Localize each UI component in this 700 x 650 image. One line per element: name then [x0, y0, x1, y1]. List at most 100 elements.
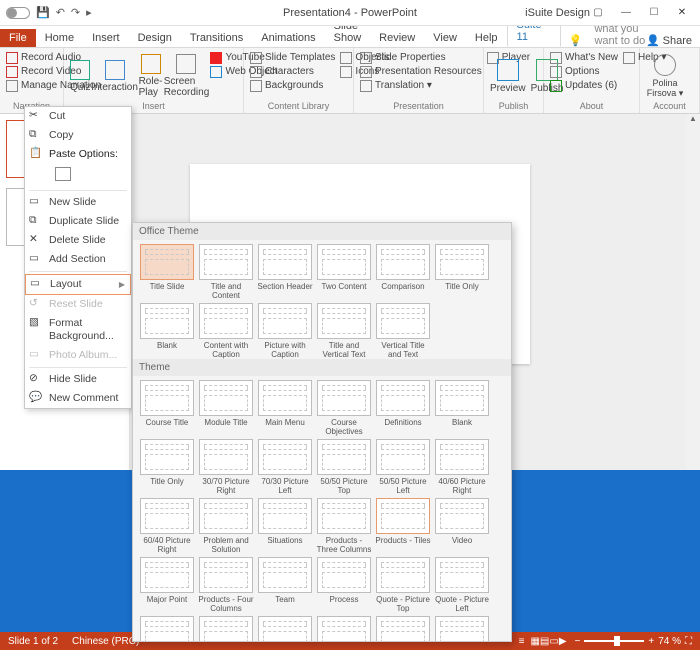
start-icon[interactable]: ▸ [86, 6, 92, 19]
layout-option[interactable]: Situations [257, 498, 313, 554]
menu-delete-slide[interactable]: ✕Delete Slide [25, 231, 131, 250]
layout-option[interactable]: Process [316, 557, 372, 613]
fit-to-window-icon[interactable]: ⛶ [685, 636, 692, 647]
close-button[interactable]: ✕ [668, 3, 696, 23]
layout-option[interactable]: 50/50 Picture Left [375, 439, 431, 495]
layout-option[interactable]: Main Menu [257, 380, 313, 436]
slide-templates-button[interactable]: Slide Templates [250, 51, 335, 64]
save-icon[interactable]: 💾 [36, 6, 50, 19]
zoom-level[interactable]: 74 % [658, 636, 681, 647]
layout-option[interactable]: Definitions [375, 380, 431, 436]
roleplay-button[interactable]: Role-Play [139, 51, 163, 101]
characters-button[interactable]: Characters [250, 65, 335, 78]
whats-new-button[interactable]: What's New [550, 51, 618, 64]
layout-option[interactable]: Summary [375, 616, 431, 642]
view-slideshow-icon[interactable]: ▶ [559, 636, 567, 647]
menu-new-comment[interactable]: 💬New Comment [25, 389, 131, 408]
zoom-control[interactable]: − + 74 % ⛶ [575, 636, 692, 647]
quiz-button[interactable]: Quiz [70, 51, 91, 101]
layout-option[interactable]: Timeline - Middle [257, 616, 313, 642]
layout-option[interactable]: Timeline - Start [198, 616, 254, 642]
redo-icon[interactable]: ↷ [71, 6, 80, 19]
layout-option[interactable]: 50/50 Picture Top [316, 439, 372, 495]
view-reading-icon[interactable]: ▭ [549, 636, 558, 647]
zoom-slider[interactable] [584, 640, 644, 642]
menu-copy[interactable]: ⧉Copy [25, 126, 131, 145]
layout-option[interactable]: Title and Content [198, 244, 254, 300]
layout-option[interactable]: Quote - Picture Left [434, 557, 490, 613]
minimize-button[interactable]: — [612, 3, 640, 23]
screen-recording-button[interactable]: Screen Recording [167, 51, 205, 101]
tab-help[interactable]: Help [466, 29, 507, 47]
layout-option[interactable]: Major Point [139, 557, 195, 613]
interaction-button[interactable]: Interaction [96, 51, 134, 101]
layout-option[interactable]: Quote - Picture Top [375, 557, 431, 613]
layout-option[interactable]: Title Only [434, 244, 490, 300]
scroll-up-icon[interactable]: ▲ [686, 114, 700, 128]
view-sorter-icon[interactable]: ▤ [540, 636, 549, 647]
layout-option[interactable]: Title Slide [139, 244, 195, 300]
tab-review[interactable]: Review [370, 29, 424, 47]
preview-button[interactable]: Preview [490, 51, 526, 101]
menu-layout[interactable]: ▭Layout▶ [25, 274, 131, 295]
menu-hide-slide[interactable]: ⊘Hide Slide [25, 370, 131, 389]
layout-option[interactable]: Problem and Solution [198, 498, 254, 554]
layout-option[interactable]: Section Header [257, 244, 313, 300]
layout-option[interactable]: Products - Tiles [375, 498, 431, 554]
quick-access-toolbar[interactable]: 💾 ↶ ↷ ▸ [30, 6, 92, 19]
options-button[interactable]: Options [550, 65, 618, 78]
menu-new-slide[interactable]: ▭New Slide [25, 193, 131, 212]
layout-option[interactable]: Title and Vertical Text [316, 303, 372, 359]
status-language[interactable]: Chinese (PRC) [72, 636, 139, 647]
layout-option[interactable]: Products - Three Columns [316, 498, 372, 554]
slide-properties-button[interactable]: Slide Properties [360, 51, 482, 64]
autosave-toggle[interactable] [0, 7, 30, 19]
layout-option[interactable]: 40/60 Picture Right [434, 439, 490, 495]
translation-button[interactable]: Translation ▾ [360, 79, 482, 92]
status-slide-number[interactable]: Slide 1 of 2 [8, 636, 58, 647]
layout-option[interactable]: Course Title [139, 380, 195, 436]
layout-option[interactable]: Mission [139, 616, 195, 642]
backgrounds-button[interactable]: Backgrounds [250, 79, 335, 92]
menu-format-background[interactable]: ▧Format Background... [25, 314, 131, 346]
menu-cut[interactable]: ✂Cut [25, 107, 131, 126]
menu-duplicate-slide[interactable]: ⧉Duplicate Slide [25, 212, 131, 231]
layout-option[interactable]: Comparison [375, 244, 431, 300]
layout-option[interactable]: Content with Caption [198, 303, 254, 359]
maximize-button[interactable]: ☐ [640, 3, 668, 23]
zoom-out-icon[interactable]: − [575, 636, 581, 647]
layout-option[interactable]: Products - Four Columns [198, 557, 254, 613]
layout-option[interactable]: Congratulations [434, 616, 490, 642]
tab-insert[interactable]: Insert [83, 29, 129, 47]
layout-option[interactable]: Vertical Title and Text [375, 303, 431, 359]
menu-add-section[interactable]: ▭Add Section [25, 250, 131, 269]
layout-option[interactable]: Two Content [316, 244, 372, 300]
ribbon-options-icon[interactable]: ▢ [584, 3, 612, 23]
layout-option[interactable]: Course Objectives [316, 380, 372, 436]
tab-design[interactable]: Design [129, 29, 181, 47]
share-button[interactable]: 👤 Share [646, 34, 692, 47]
presentation-resources-button[interactable]: Presentation Resources [360, 65, 482, 78]
layout-option[interactable]: Timeline - Now [316, 616, 372, 642]
layout-option[interactable]: 30/70 Picture Right [198, 439, 254, 495]
tab-animations[interactable]: Animations [252, 29, 324, 47]
tab-view[interactable]: View [424, 29, 466, 47]
tab-transitions[interactable]: Transitions [181, 29, 252, 47]
layout-option[interactable]: Team [257, 557, 313, 613]
account-button[interactable]: Polina Firsova ▾ [646, 51, 684, 101]
layout-option[interactable]: 60/40 Picture Right [139, 498, 195, 554]
layout-option[interactable]: Blank [434, 380, 490, 436]
layout-option[interactable]: Video [434, 498, 490, 554]
tab-home[interactable]: Home [36, 29, 83, 47]
layout-option[interactable]: Blank [139, 303, 195, 359]
zoom-in-icon[interactable]: + [648, 636, 654, 647]
layout-option[interactable]: Module Title [198, 380, 254, 436]
view-normal-icon[interactable]: ▦ [530, 636, 539, 647]
layout-option[interactable]: Picture with Caption [257, 303, 313, 359]
layout-option[interactable]: 70/30 Picture Left [257, 439, 313, 495]
tab-file[interactable]: File [0, 29, 36, 47]
notes-button[interactable]: ≡ [519, 636, 525, 647]
updates-button[interactable]: Updates (6) [550, 79, 618, 92]
undo-icon[interactable]: ↶ [56, 6, 65, 19]
layout-option[interactable]: Title Only [139, 439, 195, 495]
